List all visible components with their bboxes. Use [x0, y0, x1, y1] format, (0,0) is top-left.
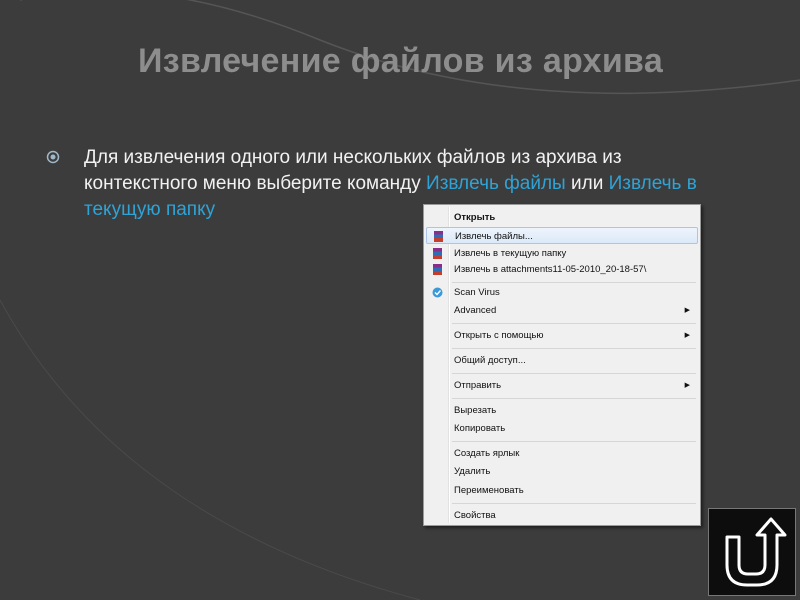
menu-separator — [452, 282, 696, 283]
menu-separator — [452, 348, 696, 349]
menu-item-create-shortcut[interactable]: Создать ярлык — [426, 445, 698, 462]
menu-item-sharing[interactable]: Общий доступ... — [426, 352, 698, 369]
return-arrow-icon — [725, 517, 787, 587]
menu-separator — [452, 323, 696, 324]
menu-item-open[interactable]: Открыть — [426, 209, 698, 226]
menu-item-label: Извлечь файлы... — [455, 231, 533, 242]
menu-item-label: Извлечь в текущую папку — [454, 248, 567, 259]
winrar-icon — [433, 264, 442, 275]
menu-item-properties[interactable]: Свойства — [426, 507, 698, 524]
submenu-arrow-icon: ▶ — [684, 332, 690, 339]
menu-item-label: Свойства — [454, 510, 496, 521]
menu-separator — [452, 503, 696, 504]
menu-item-label: Advanced — [454, 305, 497, 316]
menu-item-label: Копировать — [454, 423, 506, 434]
bullet-text-part2: или — [565, 173, 609, 194]
menu-item-label: Создать ярлык — [454, 448, 520, 459]
highlight-extract-files: Извлечь файлы — [426, 173, 566, 194]
menu-item-extract-here[interactable]: Извлечь в текущую папку — [426, 245, 698, 262]
menu-item-label: Удалить — [454, 466, 491, 477]
return-button[interactable] — [708, 508, 796, 596]
menu-item-label: Открыть с помощью — [454, 330, 544, 341]
menu-item-advanced[interactable]: Advanced ▶ — [426, 302, 698, 319]
menu-item-open-with[interactable]: Открыть с помощью ▶ — [426, 327, 698, 344]
winrar-icon — [433, 248, 442, 259]
context-menu: Открыть Извлечь файлы... Извлечь в текущ… — [423, 204, 701, 526]
menu-separator — [452, 373, 696, 374]
menu-item-label: Открыть — [454, 212, 496, 223]
menu-item-rename[interactable]: Переименовать — [426, 482, 698, 499]
menu-item-extract-files[interactable]: Извлечь файлы... — [426, 227, 698, 244]
menu-item-copy[interactable]: Копировать — [426, 420, 698, 437]
slide-title: Извлечение файлов из архива — [138, 42, 664, 80]
menu-item-scan-virus[interactable]: Scan Virus — [426, 284, 698, 301]
antivirus-icon — [432, 287, 443, 298]
menu-item-cut[interactable]: Вырезать — [426, 402, 698, 419]
menu-item-label: Переименовать — [454, 485, 524, 496]
menu-item-label: Общий доступ... — [454, 355, 526, 366]
menu-item-label: Scan Virus — [454, 287, 500, 298]
menu-item-extract-to-folder[interactable]: Извлечь в attachments11-05-2010_20-18-57… — [426, 261, 698, 278]
menu-item-delete[interactable]: Удалить — [426, 463, 698, 480]
winrar-icon — [434, 231, 443, 242]
submenu-arrow-icon: ▶ — [684, 307, 690, 314]
menu-separator — [452, 398, 696, 399]
bullet-icon — [46, 150, 60, 164]
menu-item-label: Извлечь в attachments11-05-2010_20-18-57… — [454, 264, 647, 275]
menu-item-label: Вырезать — [454, 405, 497, 416]
submenu-arrow-icon: ▶ — [684, 382, 690, 389]
menu-item-label: Отправить — [454, 380, 502, 391]
menu-separator — [452, 441, 696, 442]
menu-item-send-to[interactable]: Отправить ▶ — [426, 377, 698, 394]
